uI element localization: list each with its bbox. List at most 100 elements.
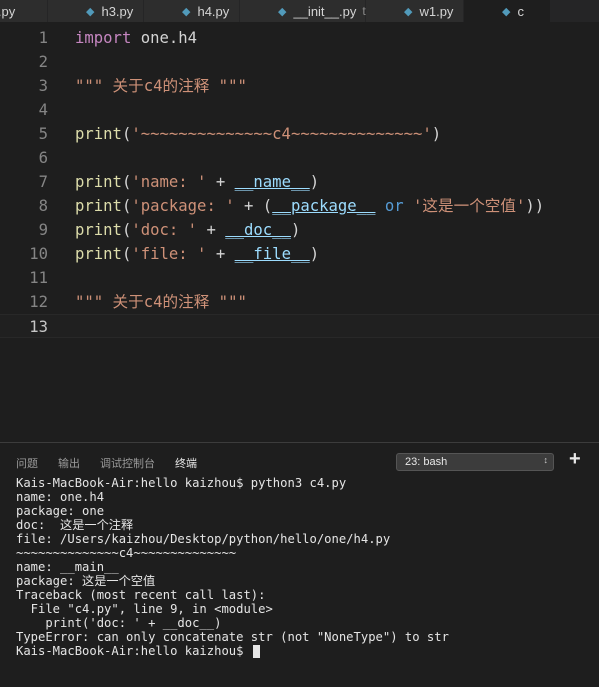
terminal-line: package: 这是一个空值 [16, 574, 156, 588]
line-number: 5 [38, 125, 48, 143]
terminal-line: print('doc: ' + __doc__) [16, 616, 222, 630]
code-token: print [75, 125, 122, 143]
code-token: '~~~~~~~~~~~~~~c4~~~~~~~~~~~~~~' [131, 125, 432, 143]
terminal-output[interactable]: Kais-MacBook-Air:hello kaizhou$ python3 … [16, 476, 591, 658]
code-token: ) [431, 125, 442, 143]
tab-h4-py[interactable]: ◆ h4.py [144, 0, 240, 22]
code-line[interactable]: 10 print('file: ' + __file__) [0, 242, 599, 266]
code-token: + [206, 245, 235, 263]
code-token: ) [309, 173, 320, 191]
code-line[interactable]: 7 print('name: ' + __name__) [0, 170, 599, 194]
code-text: print('file: ' + __file__) [75, 242, 319, 266]
terminal-line: doc: 这是一个注释 [16, 518, 134, 532]
code-token: ) [290, 221, 301, 239]
line-number: 6 [38, 149, 48, 167]
code-token: """ 关于c4的注释 """ [75, 77, 247, 95]
chevron-updown-icon: ↕ [543, 455, 549, 465]
terminal-select[interactable]: 23: bash ↕ [396, 453, 554, 471]
tab-label: h2.py [0, 3, 16, 19]
code-token: __doc__ [225, 221, 291, 239]
code-line[interactable]: 3 """ 关于c4的注释 """ [0, 74, 599, 98]
line-number: 7 [38, 173, 48, 191]
code-line[interactable]: 5 print('~~~~~~~~~~~~~~c4~~~~~~~~~~~~~~') [0, 122, 599, 146]
code-token: or [384, 197, 404, 215]
code-line[interactable]: 13 [0, 314, 599, 338]
line-number: 10 [29, 245, 48, 263]
terminal-line: name: one.h4 [16, 490, 105, 504]
code-token: '这是一个空值' [413, 197, 526, 215]
code-token: print [75, 221, 122, 239]
code-token: __name__ [234, 173, 310, 191]
python-icon: ◆ [182, 5, 191, 18]
line-number: 13 [29, 318, 48, 336]
code-token: ( [121, 125, 132, 143]
line-number: 8 [38, 197, 48, 215]
code-token: ) [309, 245, 320, 263]
code-token: 'doc: ' [131, 221, 198, 239]
tab-label: __init__.py [293, 3, 357, 19]
code-text: print('~~~~~~~~~~~~~~c4~~~~~~~~~~~~~~') [75, 122, 441, 146]
bottom-panel: 问题 输出 调试控制台 终端 23: bash ↕ + Kais-MacBook-Ai… [0, 442, 599, 687]
code-token: print [75, 197, 122, 215]
terminal-line: name: __main__ [16, 560, 119, 574]
code-token: one.h4 [131, 29, 198, 47]
python-icon: ◆ [404, 5, 413, 18]
terminal-prompt[interactable]: Kais-MacBook-Air:hello kaizhou$ [16, 644, 591, 658]
terminal-line: file: /Users/kaizhou/Desktop/python/hell… [16, 532, 391, 546]
terminal-line: ~~~~~~~~~~~~~~c4~~~~~~~~~~~~~~ [16, 546, 237, 560]
code-line[interactable]: 9 print('doc: ' + __doc__) [0, 218, 599, 242]
code-token: + [206, 173, 235, 191]
code-line[interactable]: 6 [0, 146, 599, 170]
code-token: """ 关于c4的注释 """ [75, 293, 247, 311]
code-text: """ 关于c4的注释 """ [75, 74, 247, 98]
code-editor[interactable]: 1 import one.h4 2 3 """ 关于c4的注释 """ 4 5 print('… [0, 22, 599, 442]
terminal-select-value: 23: bash [405, 456, 448, 468]
terminal-line: Traceback (most recent call last): [16, 588, 266, 602]
line-number: 4 [38, 101, 48, 119]
code-token: import [75, 29, 132, 47]
line-number: 1 [38, 29, 48, 47]
python-icon: ◆ [86, 5, 95, 18]
code-line[interactable]: 1 import one.h4 [0, 26, 599, 50]
code-line[interactable]: 11 [0, 266, 599, 290]
code-token: )) [525, 197, 545, 215]
code-token: 'name: ' [131, 173, 207, 191]
line-number: 11 [29, 269, 48, 287]
tab-h2-py[interactable]: ◆h2.py [0, 0, 48, 22]
code-line[interactable]: 8 print('package: ' + (__package__ or '这是… [0, 194, 599, 218]
add-terminal-button[interactable]: + [569, 448, 581, 471]
code-token: 'package: ' [131, 197, 235, 215]
code-token: ( [121, 245, 132, 263]
code-token: + ( [234, 197, 273, 215]
code-token: print [75, 245, 122, 263]
editor-tab-bar: ◆h2.py◆h3.py◆h4.py◆__init__.pytwo◆w1.py◆… [0, 0, 599, 22]
prompt-text: Kais-MacBook-Air:hello kaizhou$ [16, 644, 251, 658]
panel-tab-2[interactable]: 调试控制台 [100, 455, 155, 471]
code-text: print('doc: ' + __doc__) [75, 218, 300, 242]
tab-init-py[interactable]: ◆__init__.pytwo [240, 0, 381, 22]
line-number: 3 [38, 77, 48, 95]
line-number: 12 [29, 293, 48, 311]
python-icon: ◆ [502, 5, 511, 18]
panel-tab-0[interactable]: 问题 [16, 455, 38, 471]
line-number: 9 [38, 221, 48, 239]
code-line[interactable]: 2 [0, 50, 599, 74]
terminal-line: Kais-MacBook-Air:hello kaizhou$ python3 … [16, 476, 347, 490]
terminal-line: package: one [16, 504, 105, 518]
terminal-line: TypeError: can only concatenate str (not… [16, 630, 449, 644]
code-line[interactable]: 4 [0, 98, 599, 122]
tab-label: c [517, 3, 524, 19]
code-token: __file__ [234, 245, 310, 263]
code-text: print('package: ' + (__package__ or '这是一… [75, 194, 544, 218]
panel-tab-1[interactable]: 输出 [58, 455, 80, 471]
tab-w1-py[interactable]: ◆ w1.py [366, 0, 464, 22]
code-token: ( [121, 173, 132, 191]
tab-c[interactable]: ◆ c [464, 0, 551, 22]
panel-tab-3[interactable]: 终端 [175, 455, 197, 471]
code-text: """ 关于c4的注释 """ [75, 290, 247, 314]
terminal-cursor [252, 645, 260, 658]
code-line[interactable]: 12 """ 关于c4的注释 """ [0, 290, 599, 314]
tab-h3-py[interactable]: ◆ h3.py [48, 0, 144, 22]
code-token: 'file: ' [131, 245, 207, 263]
